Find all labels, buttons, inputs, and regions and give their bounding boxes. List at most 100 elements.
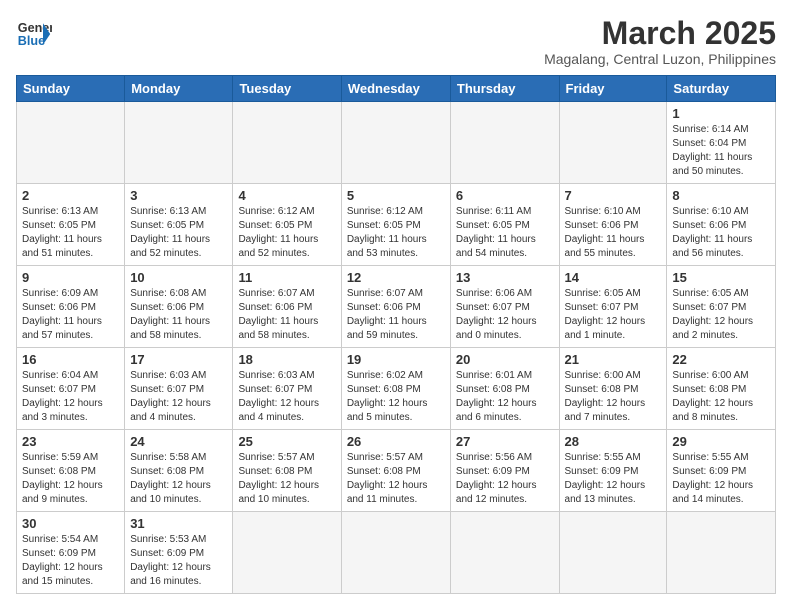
day-number: 2: [22, 188, 119, 203]
day-number: 26: [347, 434, 445, 449]
day-cell: 5 Sunrise: 6:12 AM Sunset: 6:05 PM Daylig…: [341, 184, 450, 266]
day-cell: [667, 512, 776, 594]
day-number: 21: [565, 352, 662, 367]
calendar-table: SundayMondayTuesdayWednesdayThursdayFrid…: [16, 75, 776, 594]
day-number: 8: [672, 188, 770, 203]
day-cell: 14 Sunrise: 6:05 AM Sunset: 6:07 PM Dayli…: [559, 266, 667, 348]
day-cell: 11 Sunrise: 6:07 AM Sunset: 6:06 PM Dayli…: [233, 266, 341, 348]
day-cell: [233, 102, 341, 184]
day-number: 31: [130, 516, 227, 531]
day-cell: 7Sunrise: 6:10 AM Sunset: 6:06 PM Daylig…: [559, 184, 667, 266]
day-number: 11: [238, 270, 335, 285]
day-info: Sunrise: 6:00 AM Sunset: 6:08 PM Dayligh…: [565, 369, 662, 425]
day-cell: [450, 512, 559, 594]
day-cell: 23 Sunrise: 5:59 AM Sunset: 6:08 PM Dayli…: [17, 430, 125, 512]
day-number: 6: [456, 188, 554, 203]
day-cell: 27 Sunrise: 5:56 AM Sunset: 6:09 PM Dayli…: [450, 430, 559, 512]
day-info: Sunrise: 6:08 AM Sunset: 6:06 PM Dayligh…: [130, 287, 227, 343]
week-row-4: 16 Sunrise: 6:04 AM Sunset: 6:07 PM Dayli…: [17, 348, 776, 430]
day-cell: 30 Sunrise: 5:54 AM Sunset: 6:09 PM Dayli…: [17, 512, 125, 594]
day-cell: [17, 102, 125, 184]
day-info: Sunrise: 5:55 AM Sunset: 6:09 PM Dayligh…: [565, 451, 662, 507]
day-info: Sunrise: 5:59 AM Sunset: 6:08 PM Dayligh…: [22, 451, 119, 507]
weekday-header-row: SundayMondayTuesdayWednesdayThursdayFrid…: [17, 76, 776, 102]
day-number: 24: [130, 434, 227, 449]
day-cell: 25 Sunrise: 5:57 AM Sunset: 6:08 PM Dayli…: [233, 430, 341, 512]
day-number: 5: [347, 188, 445, 203]
day-cell: 13Sunrise: 6:06 AM Sunset: 6:07 PM Dayli…: [450, 266, 559, 348]
day-number: 25: [238, 434, 335, 449]
day-number: 27: [456, 434, 554, 449]
week-row-2: 2 Sunrise: 6:13 AM Sunset: 6:05 PM Daylig…: [17, 184, 776, 266]
day-cell: [559, 512, 667, 594]
header: General Blue March 2025 Magalang, Centra…: [16, 16, 776, 67]
logo: General Blue: [16, 16, 52, 52]
day-number: 7: [565, 188, 662, 203]
day-cell: 3Sunrise: 6:13 AM Sunset: 6:05 PM Daylig…: [125, 184, 233, 266]
day-number: 30: [22, 516, 119, 531]
day-info: Sunrise: 6:03 AM Sunset: 6:07 PM Dayligh…: [238, 369, 335, 425]
weekday-header-thursday: Thursday: [450, 76, 559, 102]
day-info: Sunrise: 6:07 AM Sunset: 6:06 PM Dayligh…: [238, 287, 335, 343]
weekday-header-friday: Friday: [559, 76, 667, 102]
day-info: Sunrise: 6:02 AM Sunset: 6:08 PM Dayligh…: [347, 369, 445, 425]
day-info: Sunrise: 6:12 AM Sunset: 6:05 PM Dayligh…: [238, 205, 335, 261]
day-cell: [450, 102, 559, 184]
day-info: Sunrise: 5:57 AM Sunset: 6:08 PM Dayligh…: [347, 451, 445, 507]
week-row-3: 9 Sunrise: 6:09 AM Sunset: 6:06 PM Daylig…: [17, 266, 776, 348]
day-number: 16: [22, 352, 119, 367]
weekday-header-saturday: Saturday: [667, 76, 776, 102]
day-cell: 22 Sunrise: 6:00 AM Sunset: 6:08 PM Dayli…: [667, 348, 776, 430]
day-number: 17: [130, 352, 227, 367]
logo-icon: General Blue: [16, 16, 52, 52]
day-number: 23: [22, 434, 119, 449]
day-cell: 9 Sunrise: 6:09 AM Sunset: 6:06 PM Daylig…: [17, 266, 125, 348]
day-cell: [233, 512, 341, 594]
weekday-header-monday: Monday: [125, 76, 233, 102]
location-subtitle: Magalang, Central Luzon, Philippines: [544, 51, 776, 67]
day-number: 22: [672, 352, 770, 367]
day-info: Sunrise: 6:07 AM Sunset: 6:06 PM Dayligh…: [347, 287, 445, 343]
svg-text:Blue: Blue: [18, 34, 45, 48]
day-cell: 6Sunrise: 6:11 AM Sunset: 6:05 PM Daylig…: [450, 184, 559, 266]
day-number: 12: [347, 270, 445, 285]
day-cell: 21 Sunrise: 6:00 AM Sunset: 6:08 PM Dayli…: [559, 348, 667, 430]
title-area: March 2025 Magalang, Central Luzon, Phil…: [544, 16, 776, 67]
day-cell: 31 Sunrise: 5:53 AM Sunset: 6:09 PM Dayli…: [125, 512, 233, 594]
day-number: 9: [22, 270, 119, 285]
day-cell: 18Sunrise: 6:03 AM Sunset: 6:07 PM Dayli…: [233, 348, 341, 430]
day-cell: [341, 512, 450, 594]
day-info: Sunrise: 6:00 AM Sunset: 6:08 PM Dayligh…: [672, 369, 770, 425]
day-info: Sunrise: 6:13 AM Sunset: 6:05 PM Dayligh…: [22, 205, 119, 261]
day-info: Sunrise: 5:56 AM Sunset: 6:09 PM Dayligh…: [456, 451, 554, 507]
day-cell: 24 Sunrise: 5:58 AM Sunset: 6:08 PM Dayli…: [125, 430, 233, 512]
week-row-6: 30 Sunrise: 5:54 AM Sunset: 6:09 PM Dayli…: [17, 512, 776, 594]
day-number: 29: [672, 434, 770, 449]
day-info: Sunrise: 6:04 AM Sunset: 6:07 PM Dayligh…: [22, 369, 119, 425]
day-info: Sunrise: 6:12 AM Sunset: 6:05 PM Dayligh…: [347, 205, 445, 261]
month-title: March 2025: [544, 16, 776, 51]
day-cell: 10Sunrise: 6:08 AM Sunset: 6:06 PM Dayli…: [125, 266, 233, 348]
day-info: Sunrise: 5:53 AM Sunset: 6:09 PM Dayligh…: [130, 533, 227, 589]
day-info: Sunrise: 5:57 AM Sunset: 6:08 PM Dayligh…: [238, 451, 335, 507]
day-cell: 26 Sunrise: 5:57 AM Sunset: 6:08 PM Dayli…: [341, 430, 450, 512]
day-cell: 2 Sunrise: 6:13 AM Sunset: 6:05 PM Daylig…: [17, 184, 125, 266]
day-cell: 28Sunrise: 5:55 AM Sunset: 6:09 PM Dayli…: [559, 430, 667, 512]
day-number: 19: [347, 352, 445, 367]
day-info: Sunrise: 6:05 AM Sunset: 6:07 PM Dayligh…: [672, 287, 770, 343]
day-cell: 15Sunrise: 6:05 AM Sunset: 6:07 PM Dayli…: [667, 266, 776, 348]
day-info: Sunrise: 5:54 AM Sunset: 6:09 PM Dayligh…: [22, 533, 119, 589]
day-info: Sunrise: 5:58 AM Sunset: 6:08 PM Dayligh…: [130, 451, 227, 507]
week-row-1: 1Sunrise: 6:14 AM Sunset: 6:04 PM Daylig…: [17, 102, 776, 184]
day-info: Sunrise: 6:09 AM Sunset: 6:06 PM Dayligh…: [22, 287, 119, 343]
day-info: Sunrise: 6:01 AM Sunset: 6:08 PM Dayligh…: [456, 369, 554, 425]
weekday-header-tuesday: Tuesday: [233, 76, 341, 102]
day-info: Sunrise: 5:55 AM Sunset: 6:09 PM Dayligh…: [672, 451, 770, 507]
day-info: Sunrise: 6:05 AM Sunset: 6:07 PM Dayligh…: [565, 287, 662, 343]
day-number: 14: [565, 270, 662, 285]
day-number: 20: [456, 352, 554, 367]
day-cell: 8Sunrise: 6:10 AM Sunset: 6:06 PM Daylig…: [667, 184, 776, 266]
day-cell: 17Sunrise: 6:03 AM Sunset: 6:07 PM Dayli…: [125, 348, 233, 430]
day-cell: 29 Sunrise: 5:55 AM Sunset: 6:09 PM Dayli…: [667, 430, 776, 512]
weekday-header-sunday: Sunday: [17, 76, 125, 102]
